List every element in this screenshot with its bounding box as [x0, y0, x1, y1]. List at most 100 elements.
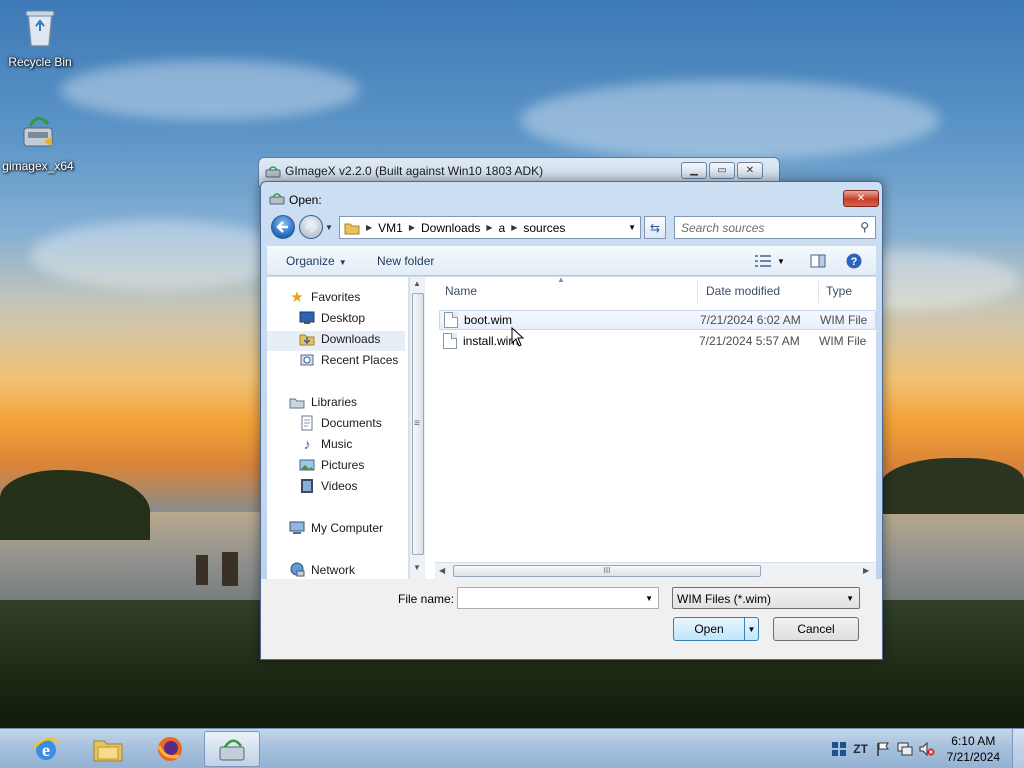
- dialog-footer: File name: ▼ WIM Files (*.wim) ▼ Open ▼ …: [261, 579, 882, 659]
- cancel-label: Cancel: [797, 622, 835, 636]
- nav-favorites[interactable]: ★ Favorites: [289, 287, 360, 307]
- file-type: WIM File: [820, 313, 868, 327]
- close-icon: ✕: [856, 193, 866, 204]
- forward-button[interactable]: [299, 215, 323, 239]
- nav-my-computer[interactable]: My Computer: [289, 518, 383, 538]
- search-input[interactable]: Search sources ⚲: [674, 216, 876, 239]
- breadcrumb-separator[interactable]: ▶: [409, 223, 415, 232]
- nav-documents[interactable]: Documents: [299, 413, 382, 433]
- show-desktop-button[interactable]: [1012, 729, 1024, 768]
- nav-label: Downloads: [321, 332, 381, 346]
- refresh-button[interactable]: ⇆: [644, 216, 666, 239]
- breadcrumb-sources[interactable]: sources: [523, 221, 565, 235]
- column-divider[interactable]: [818, 281, 819, 303]
- nav-label: Network: [311, 563, 356, 577]
- search-placeholder: Search sources: [681, 221, 765, 235]
- back-button[interactable]: [271, 215, 295, 239]
- taskbar-file-explorer[interactable]: [80, 731, 136, 767]
- nav-videos[interactable]: Videos: [299, 476, 357, 496]
- taskbar-gimagex[interactable]: [204, 731, 260, 767]
- help-button[interactable]: ?: [845, 252, 863, 270]
- gimagex-app-icon: [219, 739, 245, 761]
- back-arrow-icon: [276, 221, 288, 233]
- nav-recent-places[interactable]: Recent Places: [299, 350, 398, 370]
- mouse-pointer-icon: [511, 327, 525, 347]
- view-list-icon: [755, 255, 772, 267]
- desktop-icon-recycle-bin[interactable]: Recycle Bin: [0, 8, 80, 69]
- open-dialog: Open: ✕ ▼ ▶ VM1 ▶ Downloads ▶ a ▶ source…: [260, 181, 883, 660]
- file-name: install.wim: [463, 334, 519, 348]
- libraries-icon: [289, 398, 305, 409]
- breadcrumb-separator[interactable]: ▶: [511, 223, 517, 232]
- nav-libraries[interactable]: Libraries: [289, 392, 357, 412]
- breadcrumb-separator[interactable]: ▶: [486, 223, 492, 232]
- gimagex-app-icon: [265, 166, 281, 178]
- nav-desktop[interactable]: Desktop: [299, 308, 365, 328]
- column-header-type[interactable]: Type: [826, 277, 852, 305]
- flag-icon[interactable]: [875, 741, 891, 757]
- taskbar-firefox[interactable]: [142, 731, 198, 767]
- new-folder-button[interactable]: New folder: [377, 254, 434, 268]
- nav-label: Music: [321, 437, 353, 451]
- file-date: 7/21/2024 5:57 AM: [699, 334, 800, 348]
- pier-post: [222, 552, 238, 586]
- address-dropdown[interactable]: ▼: [628, 223, 636, 232]
- breadcrumb-downloads[interactable]: Downloads: [421, 221, 480, 235]
- minimize-button[interactable]: ▁: [681, 162, 707, 179]
- preview-pane-icon: [810, 254, 826, 268]
- breadcrumb-vm1[interactable]: VM1: [378, 221, 403, 235]
- taskbar-internet-explorer[interactable]: e: [18, 731, 74, 767]
- column-header-name[interactable]: Name: [445, 277, 477, 305]
- dialog-body: ★ Favorites Desktop Downloads Recent Plac…: [267, 275, 876, 579]
- breadcrumb-a[interactable]: a: [499, 221, 506, 235]
- nav-pictures[interactable]: Pictures: [299, 455, 364, 475]
- system-clock[interactable]: 6:10 AM 7/21/2024: [947, 733, 1000, 765]
- videos-icon: [301, 479, 313, 493]
- minimize-icon: ▁: [690, 165, 698, 176]
- nav-network[interactable]: Network: [289, 560, 355, 579]
- clock-time: 6:10 AM: [951, 734, 996, 748]
- column-header-date[interactable]: Date modified: [706, 277, 780, 305]
- firefox-icon: [157, 737, 182, 761]
- network-status-icon[interactable]: [897, 741, 913, 757]
- nav-label: My Computer: [311, 521, 384, 535]
- open-label: Open: [694, 622, 724, 636]
- refresh-icon: ⇆: [649, 220, 661, 235]
- address-bar[interactable]: ▶ VM1 ▶ Downloads ▶ a ▶ sources ▼: [339, 216, 641, 239]
- file-row[interactable]: boot.wim 7/21/2024 6:02 AM WIM File: [439, 310, 876, 330]
- action-center-icon[interactable]: [831, 741, 847, 757]
- sort-arrow-icon: ▲: [557, 275, 565, 284]
- file-name-input[interactable]: ▼: [457, 587, 659, 609]
- scroll-left-icon: ◀: [439, 566, 446, 575]
- navigation-pane: ★ Favorites Desktop Downloads Recent Plac…: [267, 277, 409, 579]
- dialog-close-button[interactable]: ✕: [843, 190, 879, 207]
- organize-button[interactable]: Organize ▼: [286, 254, 347, 268]
- close-button[interactable]: ✕: [737, 162, 763, 179]
- nav-pane-scrollbar[interactable]: ▲ ≡ ▼: [409, 277, 425, 579]
- file-list: ▲ Name Date modified Type boot.wim 7/21/…: [435, 275, 876, 579]
- maximize-button[interactable]: ▭: [709, 162, 735, 179]
- change-view-button[interactable]: ▼: [753, 252, 787, 270]
- nav-downloads[interactable]: Downloads: [299, 329, 380, 349]
- chevron-down-icon: ▼: [846, 594, 854, 603]
- star-icon: ★: [290, 289, 304, 306]
- open-button[interactable]: Open ▼: [673, 617, 759, 641]
- input-method-icon[interactable]: ZT: [853, 741, 869, 757]
- desktop-icon-gimagex[interactable]: gimagex_x64: [0, 112, 78, 173]
- desktop-icon-label: Recycle Bin: [8, 55, 72, 69]
- network-icon: [290, 562, 305, 577]
- file-list-horizontal-scrollbar[interactable]: ◀ III ▶: [435, 562, 876, 579]
- volume-muted-icon[interactable]: [919, 741, 935, 757]
- column-divider[interactable]: [697, 281, 698, 303]
- file-row[interactable]: install.wim 7/21/2024 5:57 AM WIM File: [439, 331, 876, 351]
- scrollbar-thumb[interactable]: ≡: [412, 293, 424, 555]
- nav-music[interactable]: ♪ Music: [299, 434, 353, 454]
- preview-pane-button[interactable]: [809, 252, 827, 270]
- chevron-down-icon[interactable]: ▼: [645, 594, 653, 603]
- open-split-dropdown[interactable]: ▼: [744, 618, 758, 640]
- scrollbar-thumb[interactable]: III: [453, 565, 761, 577]
- cancel-button[interactable]: Cancel: [773, 617, 859, 641]
- breadcrumb-separator[interactable]: ▶: [366, 223, 372, 232]
- recent-locations-dropdown[interactable]: ▼: [325, 223, 333, 232]
- file-type-select[interactable]: WIM Files (*.wim) ▼: [672, 587, 860, 609]
